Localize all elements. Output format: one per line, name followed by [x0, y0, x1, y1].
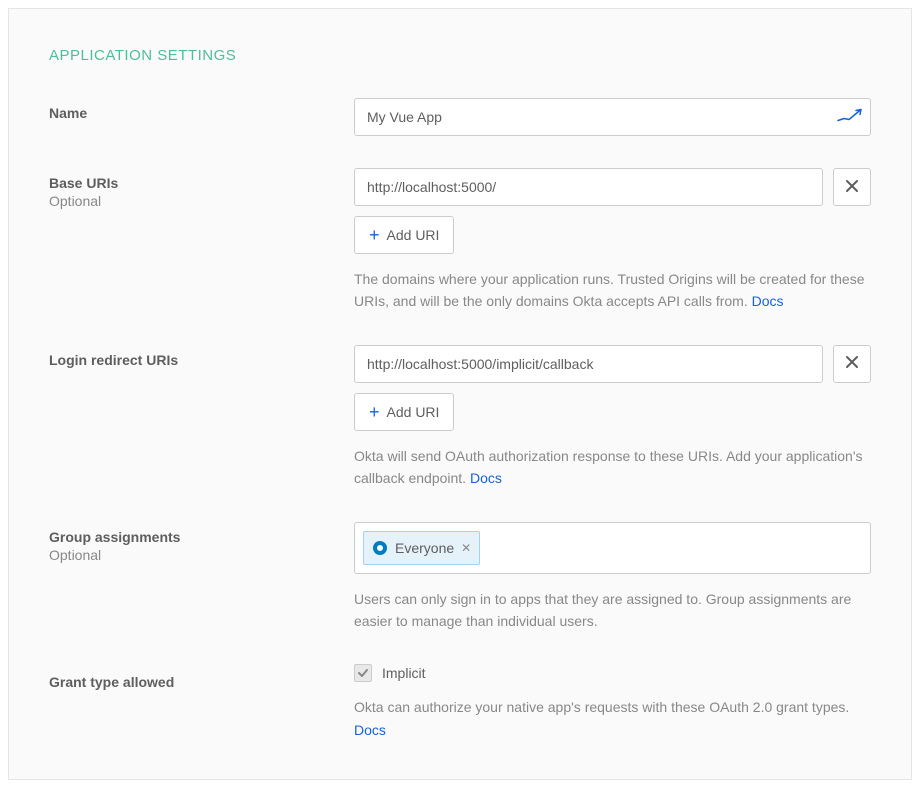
- row-grant-type: Grant type allowed Implicit Okta can aut…: [49, 664, 871, 741]
- remove-base-uri-button[interactable]: [833, 168, 871, 206]
- row-name: Name: [49, 98, 871, 136]
- group-assignments-label: Group assignments: [49, 529, 354, 545]
- name-label: Name: [49, 105, 354, 121]
- close-icon: [845, 353, 859, 374]
- app-logo-icon: [837, 106, 863, 129]
- base-uris-help: The domains where your application runs.…: [354, 268, 871, 313]
- row-login-redirect-uris: Login redirect URIs + Add URI Okta will …: [49, 345, 871, 490]
- row-group-assignments: Group assignments Optional Everyone ✕ Us…: [49, 522, 871, 633]
- add-base-uri-label: Add URI: [387, 227, 440, 243]
- add-login-redirect-uri-button[interactable]: + Add URI: [354, 393, 454, 431]
- close-icon: [845, 177, 859, 198]
- add-base-uri-button[interactable]: + Add URI: [354, 216, 454, 254]
- remove-chip-icon[interactable]: ✕: [461, 542, 471, 554]
- login-redirect-label: Login redirect URIs: [49, 352, 354, 368]
- login-redirect-docs-link[interactable]: Docs: [470, 470, 502, 486]
- login-redirect-help: Okta will send OAuth authorization respo…: [354, 445, 871, 490]
- base-uri-input[interactable]: [354, 168, 823, 206]
- grant-type-docs-link[interactable]: Docs: [354, 722, 386, 738]
- grant-type-implicit-row: Implicit: [354, 664, 871, 682]
- grant-type-help: Okta can authorize your native app's req…: [354, 696, 871, 741]
- add-login-redirect-uri-label: Add URI: [387, 404, 440, 420]
- group-icon: [372, 540, 388, 556]
- name-input[interactable]: [354, 98, 871, 136]
- group-assignments-help: Users can only sign in to apps that they…: [354, 588, 871, 633]
- group-chip-label: Everyone: [395, 540, 454, 556]
- remove-login-redirect-uri-button[interactable]: [833, 345, 871, 383]
- plus-icon: +: [369, 226, 380, 244]
- check-icon: [357, 667, 369, 679]
- section-title: APPLICATION SETTINGS: [49, 47, 871, 64]
- grant-type-implicit-checkbox[interactable]: [354, 664, 372, 682]
- login-redirect-uri-row: [354, 345, 871, 383]
- group-assignments-sublabel: Optional: [49, 547, 354, 563]
- application-settings-panel: APPLICATION SETTINGS Name Base URIs Opti…: [8, 8, 912, 780]
- group-assignments-input[interactable]: Everyone ✕: [354, 522, 871, 574]
- base-uris-label: Base URIs: [49, 175, 354, 191]
- row-base-uris: Base URIs Optional + Add URI The domains…: [49, 168, 871, 313]
- plus-icon: +: [369, 403, 380, 421]
- grant-type-implicit-label: Implicit: [382, 665, 426, 681]
- base-uris-sublabel: Optional: [49, 193, 354, 209]
- base-uris-docs-link[interactable]: Docs: [752, 293, 784, 309]
- group-chip-everyone[interactable]: Everyone ✕: [363, 531, 480, 565]
- grant-type-label: Grant type allowed: [49, 674, 354, 690]
- base-uri-row: [354, 168, 871, 206]
- login-redirect-uri-input[interactable]: [354, 345, 823, 383]
